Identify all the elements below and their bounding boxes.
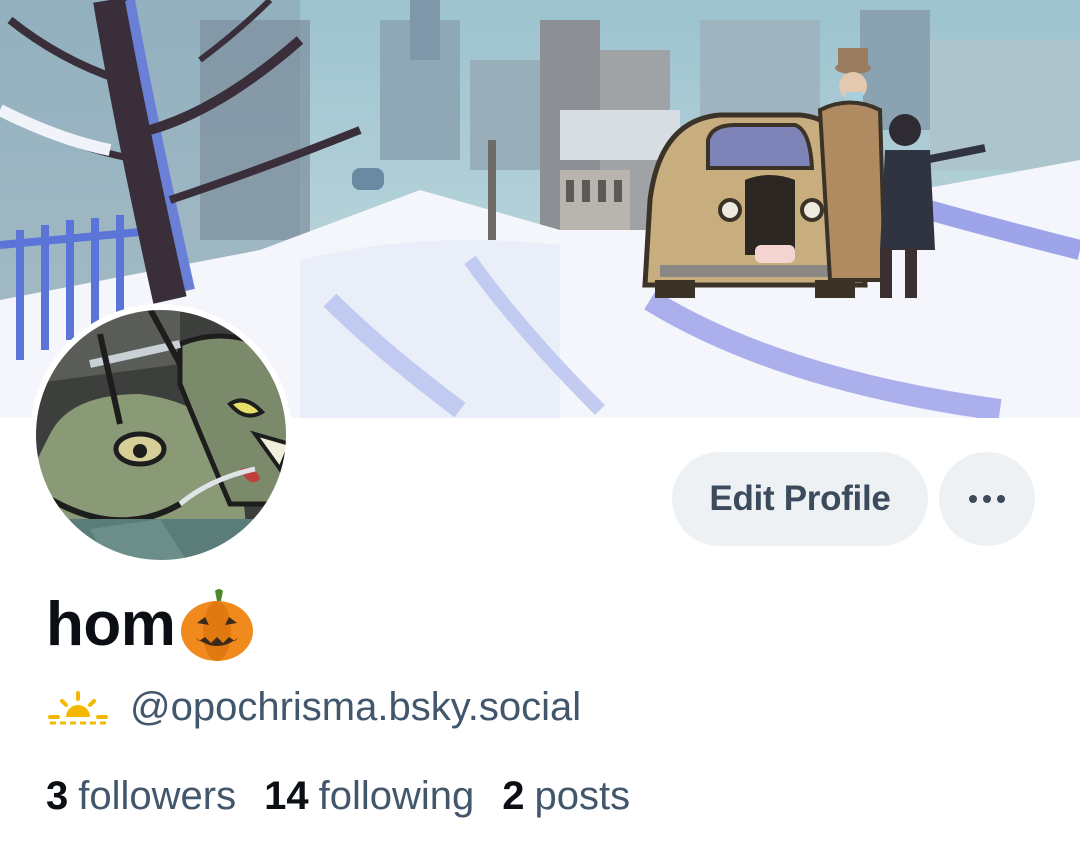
following-count: 14 [264, 773, 309, 818]
followers-label: followers [78, 773, 237, 818]
following-label: following [318, 773, 475, 818]
handle-row: @opochrisma.bsky.social [46, 682, 581, 732]
sun-icon [48, 691, 108, 725]
followers-count: 3 [46, 773, 69, 818]
posts-stat: 2 posts [502, 774, 630, 819]
edit-profile-button[interactable]: Edit Profile [672, 452, 928, 546]
followers-stat[interactable]: 3 followers [46, 774, 236, 819]
more-options-button[interactable] [939, 452, 1035, 546]
profile-page: Edit Profile hom @opochrisma.bsky.social… [0, 0, 1080, 850]
posts-label: posts [534, 773, 631, 818]
pumpkin-icon [181, 589, 254, 661]
profile-handle[interactable]: @opochrisma.bsky.social [130, 685, 581, 730]
posts-count: 2 [502, 773, 525, 818]
display-name-row: hom [46, 584, 257, 664]
profile-stats: 3 followers 14 following 2 posts [46, 770, 658, 822]
following-stat[interactable]: 14 following [264, 774, 474, 819]
ellipsis-icon [969, 495, 1005, 503]
display-name: hom [46, 589, 176, 659]
profile-avatar[interactable] [30, 304, 292, 566]
